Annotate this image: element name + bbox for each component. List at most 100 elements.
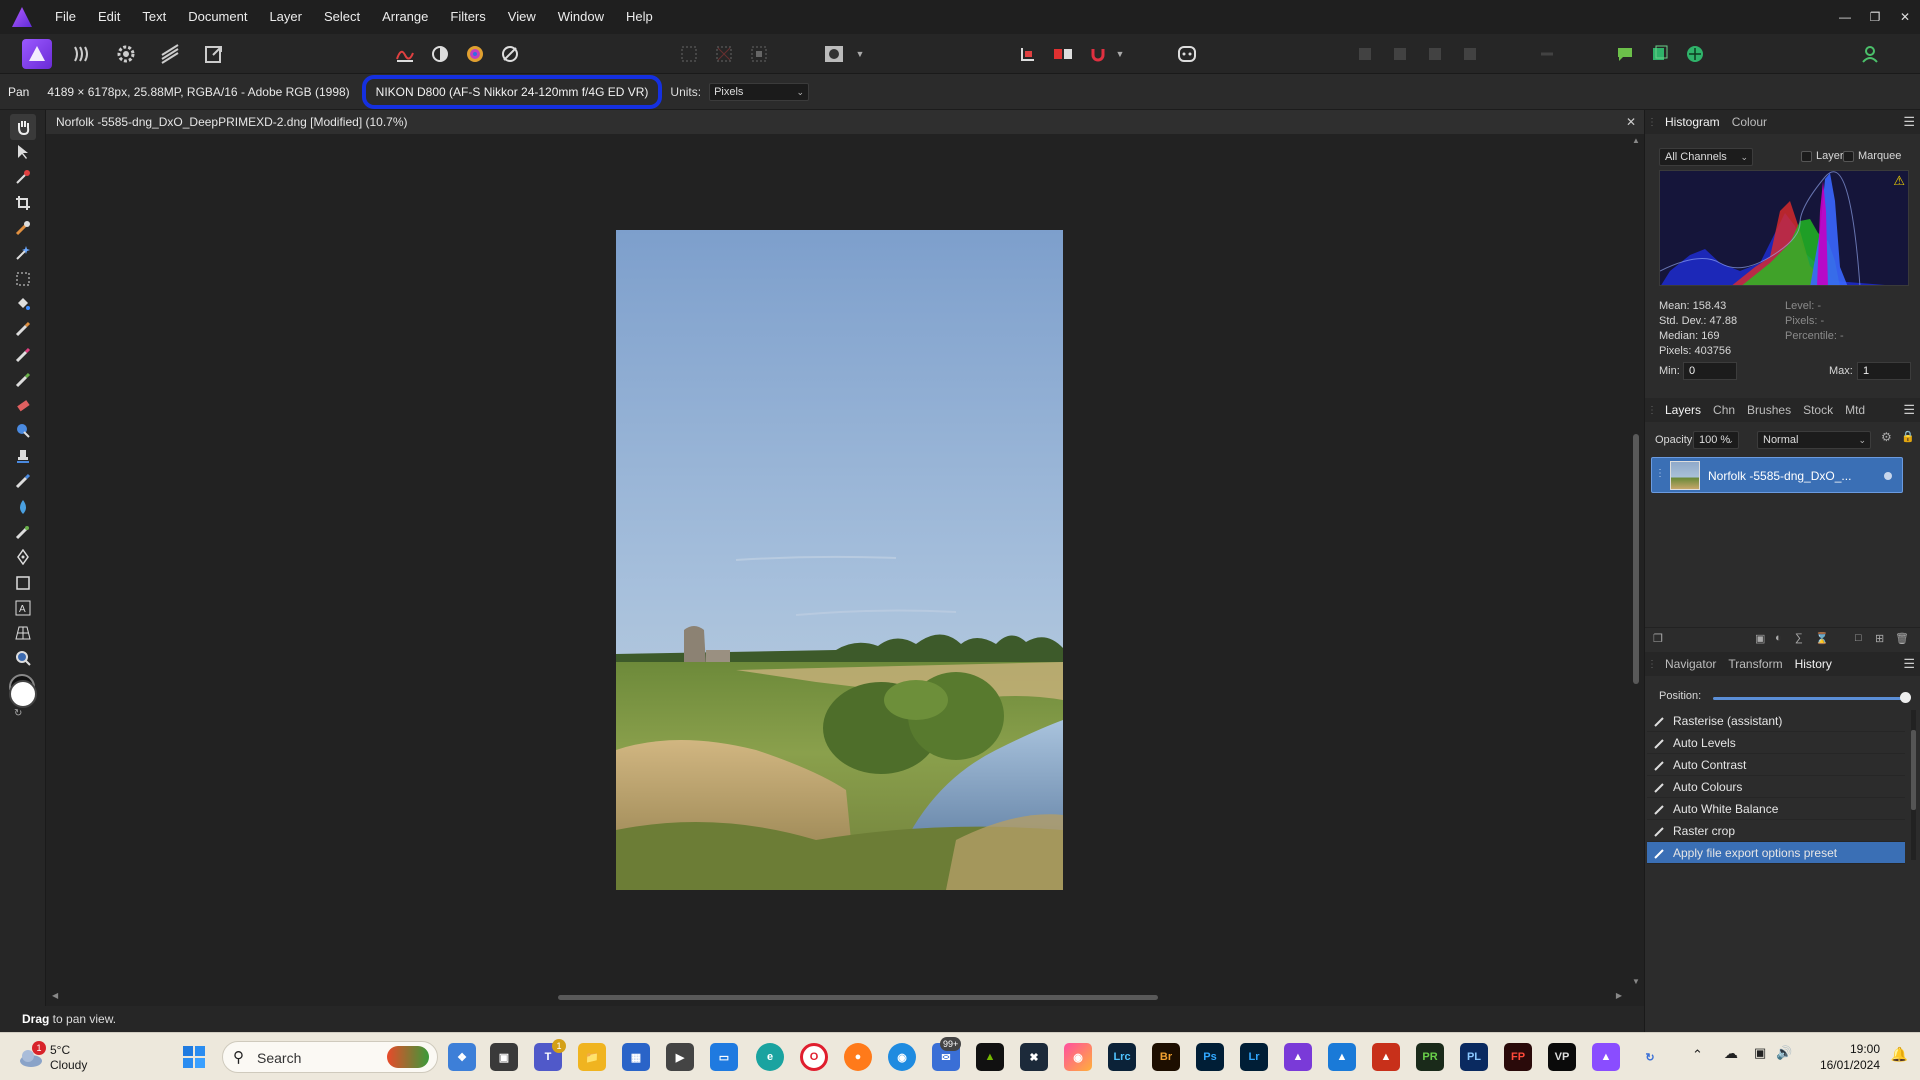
auto-levels-icon[interactable] xyxy=(392,41,418,67)
crop-tool-icon[interactable] xyxy=(10,190,36,216)
max-input[interactable]: 1 xyxy=(1857,362,1911,380)
tab-stock[interactable]: Stock xyxy=(1797,403,1839,417)
dodge-tool-icon[interactable] xyxy=(10,418,36,444)
text-tool-icon[interactable]: A xyxy=(10,595,36,621)
arrange-front-icon[interactable] xyxy=(1457,41,1483,67)
canvas-area[interactable] xyxy=(46,134,1629,988)
clone-brush-tool-icon[interactable] xyxy=(10,443,36,469)
file-explorer-icon[interactable]: 📁 xyxy=(578,1043,606,1071)
eraser-tool-icon[interactable] xyxy=(10,392,36,418)
arrange-backward-icon[interactable] xyxy=(1387,41,1413,67)
swap-colours-icon[interactable]: ↻ xyxy=(14,708,22,719)
menu-filters[interactable]: Filters xyxy=(439,0,496,34)
arrange-back-icon[interactable] xyxy=(1352,41,1378,67)
menu-file[interactable]: File xyxy=(44,0,87,34)
tab-colour[interactable]: Colour xyxy=(1726,115,1773,129)
edge-icon[interactable]: e xyxy=(756,1043,784,1071)
blemish-removal-tool-icon[interactable] xyxy=(10,468,36,494)
copilot-icon[interactable]: ❖ xyxy=(448,1043,476,1071)
tab-brushes[interactable]: Brushes xyxy=(1741,403,1797,417)
colour-replacement-tool-icon[interactable] xyxy=(10,342,36,368)
close-window-icon[interactable]: ✕ xyxy=(1890,0,1920,34)
vendor-docs-icon[interactable] xyxy=(1647,41,1673,67)
sync-icon[interactable]: ↻ xyxy=(1636,1043,1664,1071)
vertical-scrollbar[interactable]: ▲ ▼ xyxy=(1629,134,1644,988)
menu-edit[interactable]: Edit xyxy=(87,0,131,34)
auto-colours-icon[interactable] xyxy=(462,41,488,67)
perspective-tool-icon[interactable] xyxy=(10,620,36,646)
affinity-photo-icon[interactable]: ▲ xyxy=(1284,1043,1312,1071)
layer-drag-handle-icon[interactable]: ⋮ xyxy=(1655,468,1665,479)
horizontal-scrollbar[interactable]: ◀ ▶ xyxy=(46,988,1644,1006)
tab-layers[interactable]: Layers xyxy=(1659,403,1707,417)
tab-transform[interactable]: Transform xyxy=(1722,657,1788,671)
remote-desktop-icon[interactable]: ▭ xyxy=(710,1043,738,1071)
tab-metadata[interactable]: Mtd xyxy=(1839,403,1871,417)
panel-menu-icon[interactable]: ☰ xyxy=(1903,656,1915,672)
affinity-publisher-icon[interactable]: ▲ xyxy=(1372,1043,1400,1071)
panel-grip-icon[interactable]: ⋮ xyxy=(1645,398,1659,422)
store-icon[interactable]: ▦ xyxy=(622,1043,650,1071)
opera-icon[interactable]: O xyxy=(800,1043,828,1071)
history-position-knob[interactable] xyxy=(1900,692,1911,703)
layer-row[interactable]: ⋮ Norfolk -5585-dng_DxO_... xyxy=(1651,457,1903,493)
tone-mapping-persona-icon[interactable] xyxy=(155,39,185,69)
history-item[interactable]: Auto Contrast xyxy=(1647,754,1905,776)
photolab-icon[interactable]: PL xyxy=(1460,1043,1488,1071)
quick-mask-dropdown-icon[interactable]: ▼ xyxy=(853,41,867,67)
channel-dropdown[interactable]: All Channels ⌄ xyxy=(1659,148,1753,166)
arrange-forward-icon[interactable] xyxy=(1422,41,1448,67)
snipping-tool-icon[interactable]: ✖ xyxy=(1020,1043,1048,1071)
erase-brush-tool-icon[interactable] xyxy=(10,367,36,393)
adjustment-layer-icon[interactable]: ◐ xyxy=(1775,632,1782,644)
liquify-persona-icon[interactable] xyxy=(67,39,97,69)
assistant-magnet-icon[interactable] xyxy=(1085,41,1111,67)
scroll-up-icon[interactable]: ▲ xyxy=(1632,136,1640,145)
mask-layer-icon[interactable]: ▣ xyxy=(1755,632,1765,645)
taskbar-search[interactable]: ⚲ Search xyxy=(222,1041,438,1073)
menu-window[interactable]: Window xyxy=(547,0,615,34)
tab-navigator[interactable]: Navigator xyxy=(1659,657,1722,671)
primary-colour-swatch[interactable] xyxy=(9,680,37,708)
menu-select[interactable]: Select xyxy=(313,0,371,34)
move-tool-icon[interactable] xyxy=(10,139,36,165)
taskbar-clock[interactable]: 19:00 16/01/2024 xyxy=(1820,1041,1880,1073)
restore-icon[interactable]: ❐ xyxy=(1860,0,1890,34)
photo-persona-icon[interactable] xyxy=(22,39,52,69)
history-item[interactable]: Auto White Balance xyxy=(1647,798,1905,820)
photolab-pr-icon[interactable]: PR xyxy=(1416,1043,1444,1071)
add-layer-icon[interactable]: ⊞ xyxy=(1875,632,1884,645)
menu-text[interactable]: Text xyxy=(131,0,177,34)
onedrive-icon[interactable]: ☁ xyxy=(1724,1045,1738,1062)
bridge-icon[interactable]: Br xyxy=(1152,1043,1180,1071)
history-item[interactable]: Rasterise (assistant) xyxy=(1647,710,1905,732)
zoom-tool-icon[interactable] xyxy=(10,645,36,671)
lock-icon[interactable]: 🔒 xyxy=(1901,430,1915,443)
lightroom-classic-icon[interactable]: Lrc xyxy=(1108,1043,1136,1071)
account-icon[interactable] xyxy=(1857,41,1883,67)
mirror-icon[interactable] xyxy=(1050,41,1076,67)
history-item[interactable]: Raster crop xyxy=(1647,820,1905,842)
paint-brush-tool-icon[interactable] xyxy=(10,316,36,342)
deselect-icon[interactable] xyxy=(711,41,737,67)
group-icon[interactable]: □ xyxy=(1855,632,1862,644)
history-item[interactable]: Auto Levels xyxy=(1647,732,1905,754)
media-player-icon[interactable]: ▶ xyxy=(666,1043,694,1071)
vendor-chat-icon[interactable] xyxy=(1612,41,1638,67)
viewpoint-icon[interactable]: VP xyxy=(1548,1043,1576,1071)
mesh-warp-tool-icon[interactable] xyxy=(10,519,36,545)
panel-menu-icon[interactable]: ☰ xyxy=(1903,402,1915,418)
rectangle-tool-icon[interactable] xyxy=(10,570,36,596)
document-tab[interactable]: Norfolk -5585-dng_DxO_DeepPRIMEXD-2.dng … xyxy=(46,110,1644,134)
panel-grip-icon[interactable]: ⋮ xyxy=(1645,652,1659,676)
delete-layer-icon[interactable]: 🗑 xyxy=(1895,632,1909,645)
units-dropdown[interactable]: Pixels ⌄ xyxy=(709,82,810,101)
menu-document[interactable]: Document xyxy=(177,0,258,34)
affinity-designer-icon[interactable]: ▲ xyxy=(1328,1043,1356,1071)
close-document-icon[interactable]: ✕ xyxy=(1626,110,1636,134)
blur-brush-tool-icon[interactable] xyxy=(10,494,36,520)
flood-fill-tool-icon[interactable] xyxy=(10,291,36,317)
history-position-slider[interactable] xyxy=(1713,697,1903,700)
invert-selection-icon[interactable] xyxy=(746,41,772,67)
opacity-dropdown[interactable]: 100 % ⌄ xyxy=(1693,431,1739,449)
